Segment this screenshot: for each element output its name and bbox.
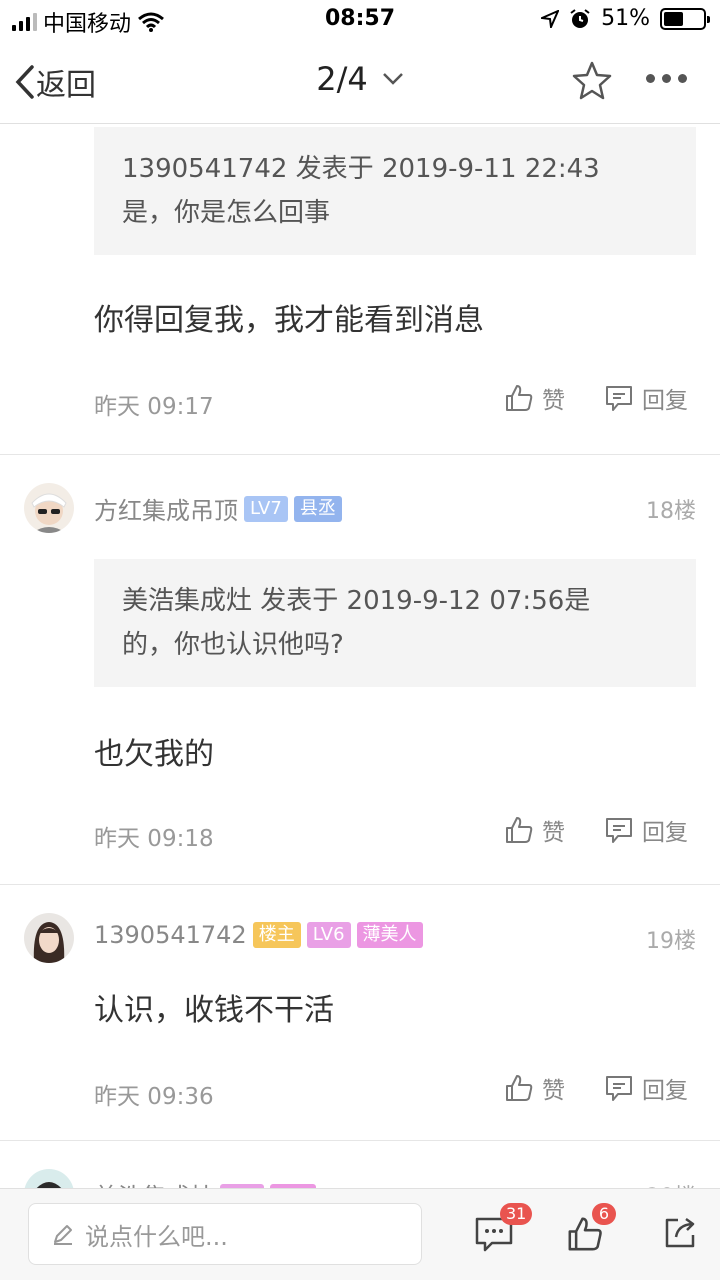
more-dot: [662, 74, 671, 83]
reply-label: 回复: [642, 388, 688, 414]
thumbs-up-icon: [506, 817, 533, 843]
pencil-icon: [54, 1225, 72, 1245]
post-footer: 昨天 09:17 赞 回复: [0, 375, 720, 435]
avatar[interactable]: [24, 483, 74, 533]
status-bar: 中国移动 08:57 51%: [0, 0, 720, 40]
list-item: 1390541742 发表于 2019-9-11 22:43 是，你是怎么回事 …: [0, 127, 720, 455]
favorite-button[interactable]: [572, 60, 612, 104]
author-name[interactable]: 方红集成吊顶: [94, 491, 238, 526]
level-badge: LV6: [306, 922, 351, 948]
quote-header: 美浩集成灶 发表于 2019-9-12 07:56是: [122, 586, 591, 616]
more-button[interactable]: [646, 74, 687, 83]
more-dot: [646, 74, 655, 83]
author-line: 方红集成吊顶 LV7 县丞: [94, 491, 342, 526]
comment-placeholder: 说点什么吧...: [85, 1222, 228, 1251]
avatar-image: [24, 483, 74, 533]
status-right: 51%: [541, 6, 710, 31]
avatar[interactable]: [24, 913, 74, 963]
like-button[interactable]: 赞: [504, 1071, 565, 1105]
floor-number: 18楼: [646, 499, 696, 524]
like-label: 赞: [542, 820, 565, 846]
comment-count-badge: 31: [500, 1203, 533, 1225]
reply-label: 回复: [642, 1078, 688, 1104]
reply-label: 回复: [642, 820, 688, 846]
author-name[interactable]: 美浩集成灶: [94, 1177, 214, 1188]
comments-button[interactable]: 31: [474, 1203, 533, 1257]
reply-button[interactable]: 回复: [604, 813, 688, 847]
list-item: 美浩集成灶 20楼: [0, 1141, 720, 1188]
rank-badge: 薄美人: [356, 922, 423, 948]
level-badge: LV7: [244, 495, 288, 522]
location-arrow-icon: [541, 9, 560, 28]
page-selector: 2/4: [0, 60, 720, 98]
quote-text: 是，你是怎么回事: [122, 198, 331, 228]
comment-input[interactable]: 说点什么吧...: [28, 1203, 422, 1265]
post-body: 认识，收钱不干活: [94, 993, 334, 1028]
battery-icon: [660, 7, 710, 30]
author-line: 1390541742 楼主 LV6 薄美人: [94, 921, 423, 949]
avatar[interactable]: [24, 1169, 74, 1188]
author-name[interactable]: 1390541742: [94, 921, 247, 949]
like-button[interactable]: 赞: [504, 381, 565, 415]
avatar-image: [24, 913, 74, 963]
post-footer: 昨天 09:36 赞 回复: [0, 1065, 720, 1125]
nav-bar: 返回 2/4: [0, 40, 720, 124]
like-label: 赞: [542, 388, 565, 414]
post-header: 1390541742 楼主 LV6 薄美人 19楼: [0, 885, 720, 963]
comment-icon: [606, 1076, 632, 1101]
alarm-icon: [570, 8, 590, 28]
thumbs-up-icon: [506, 1075, 533, 1101]
battery-percent: 51%: [601, 6, 650, 31]
list-item: 方红集成吊顶 LV7 县丞 18楼 美浩集成灶 发表于 2019-9-12 07…: [0, 455, 720, 885]
quote-block: 美浩集成灶 发表于 2019-9-12 07:56是 的，你也认识他吗?: [94, 559, 696, 687]
like-label: 赞: [542, 1078, 565, 1104]
bottom-bar: 说点什么吧... 31 6: [0, 1188, 720, 1280]
avatar-image: [24, 1169, 74, 1188]
post-header: 美浩集成灶 20楼: [0, 1141, 720, 1188]
quote-text: 的，你也认识他吗?: [122, 630, 344, 660]
post-header: 方红集成吊顶 LV7 县丞 18楼: [0, 455, 720, 533]
floor-number: 20楼: [646, 1179, 696, 1188]
post-time: 昨天 09:36: [94, 1084, 214, 1110]
thumbs-up-icon: [506, 385, 533, 411]
comment-icon: [606, 818, 632, 843]
list-item: 1390541742 楼主 LV6 薄美人 19楼 认识，收钱不干活 昨天 09…: [0, 885, 720, 1141]
quote-block: 1390541742 发表于 2019-9-11 22:43 是，你是怎么回事: [94, 127, 696, 255]
post-list[interactable]: 1390541742 发表于 2019-9-11 22:43 是，你是怎么回事 …: [0, 125, 720, 1188]
page-indicator: 2/4: [316, 60, 368, 98]
more-dot: [678, 74, 687, 83]
post-time: 昨天 09:18: [94, 826, 214, 852]
author-line: 美浩集成灶: [94, 1177, 316, 1188]
rank-badge: 县丞: [293, 495, 342, 522]
post-body: 你得回复我，我才能看到消息: [94, 303, 484, 338]
floor-number: 19楼: [646, 929, 696, 954]
share-icon: [665, 1217, 695, 1248]
comment-icon: [606, 386, 632, 411]
share-button[interactable]: [662, 1215, 698, 1255]
chevron-down-icon: [382, 73, 403, 85]
owner-badge: 楼主: [252, 922, 301, 948]
reply-button[interactable]: 回复: [604, 1071, 688, 1105]
like-button[interactable]: 赞: [504, 813, 565, 847]
like-post-button[interactable]: 6: [566, 1203, 616, 1257]
battery-level: [664, 11, 684, 26]
quote-header: 1390541742 发表于 2019-9-11 22:43: [122, 154, 600, 184]
post-body: 也欠我的: [94, 737, 214, 772]
post-time: 昨天 09:17: [94, 394, 214, 420]
like-count-badge: 6: [592, 1203, 616, 1225]
page-dropdown[interactable]: 2/4: [316, 60, 404, 98]
reply-button[interactable]: 回复: [604, 381, 688, 415]
star-icon: [572, 61, 612, 100]
post-footer: 昨天 09:18 赞 回复: [0, 807, 720, 867]
